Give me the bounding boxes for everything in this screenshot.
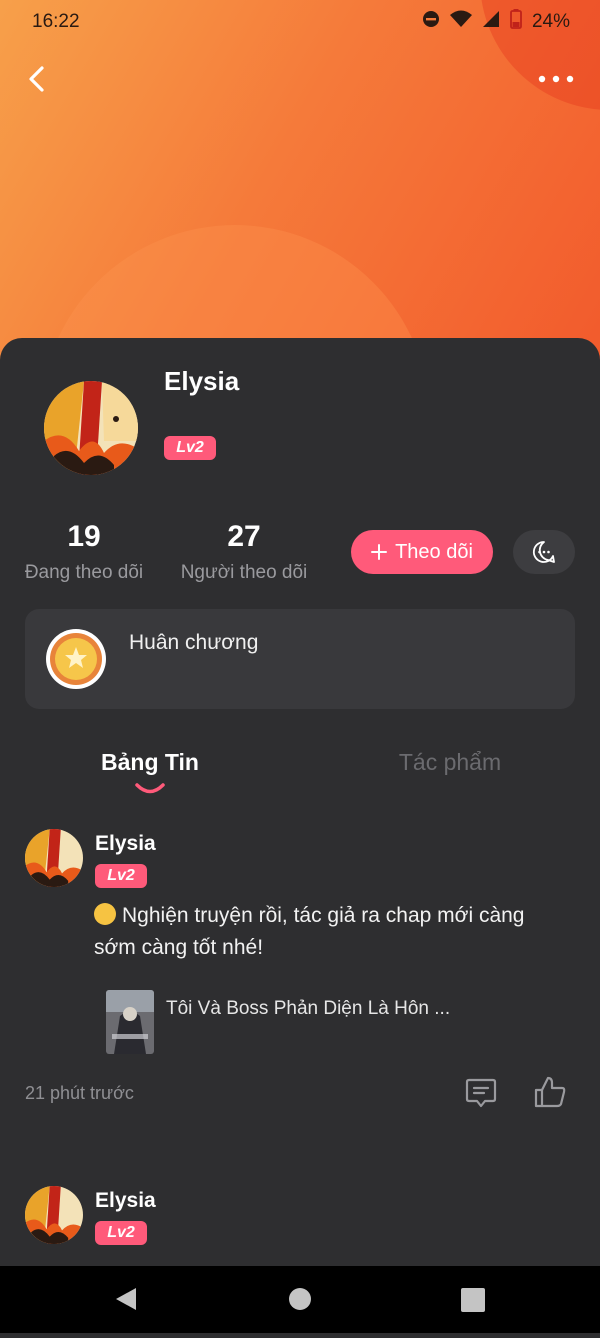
post-author-name[interactable]: Elysia bbox=[95, 1189, 156, 1213]
plus-icon bbox=[371, 544, 388, 560]
system-recents-button[interactable] bbox=[461, 1288, 485, 1312]
followers-label[interactable]: Người theo dõi bbox=[172, 562, 316, 584]
emoji-icon bbox=[94, 903, 116, 925]
profile-avatar[interactable] bbox=[44, 381, 138, 475]
post-level-badge: Lv2 bbox=[95, 1221, 147, 1245]
follow-button-label: Theo dõi bbox=[395, 540, 473, 563]
signal-icon bbox=[482, 10, 500, 34]
medal-icon bbox=[45, 628, 107, 690]
system-home-button[interactable] bbox=[289, 1288, 311, 1310]
thumbs-up-icon bbox=[534, 1076, 566, 1108]
post-author-avatar[interactable] bbox=[25, 1186, 83, 1244]
like-button[interactable] bbox=[532, 1074, 568, 1110]
followers-count[interactable]: 27 bbox=[204, 520, 284, 554]
book-cover[interactable] bbox=[106, 990, 154, 1054]
profile-card bbox=[0, 338, 600, 1338]
chat-bubble-icon bbox=[532, 541, 555, 563]
comment-button[interactable] bbox=[464, 1076, 498, 1110]
wifi-icon bbox=[449, 10, 472, 34]
medals-label: Huân chương bbox=[129, 631, 259, 654]
system-back-button[interactable] bbox=[114, 1287, 138, 1316]
status-time: 16:22 bbox=[32, 11, 80, 32]
level-badge: Lv2 bbox=[164, 436, 216, 460]
chevron-left-icon bbox=[29, 66, 44, 92]
dnd-icon bbox=[422, 10, 440, 34]
more-dots-icon bbox=[538, 75, 574, 83]
tab-works[interactable]: Tác phẩm bbox=[380, 749, 520, 776]
following-count[interactable]: 19 bbox=[44, 520, 124, 554]
post-level-badge: Lv2 bbox=[95, 864, 147, 888]
back-button[interactable] bbox=[20, 61, 56, 97]
top-nav bbox=[0, 55, 600, 105]
more-options-button[interactable] bbox=[536, 65, 576, 93]
book-title-link[interactable]: Tôi Và Boss Phản Diện Là Hôn ... bbox=[166, 998, 450, 1020]
post-author-name[interactable]: Elysia bbox=[95, 832, 156, 856]
tab-feed[interactable]: Bảng Tin bbox=[80, 749, 220, 776]
post-author-avatar[interactable] bbox=[25, 829, 83, 887]
active-tab-indicator bbox=[134, 782, 166, 796]
post-timestamp: 21 phút trước bbox=[25, 1083, 134, 1103]
follow-button[interactable]: Theo dõi bbox=[351, 530, 493, 574]
post-content: Nghiện truyện rồi, tác giả ra chap mới c… bbox=[94, 900, 564, 964]
status-bar: 16:22 24% bbox=[0, 0, 600, 44]
battery-icon bbox=[510, 9, 522, 35]
following-label[interactable]: Đang theo dõi bbox=[14, 562, 154, 584]
message-button[interactable] bbox=[513, 530, 575, 574]
post-text: Nghiện truyện rồi, tác giả ra chap mới c… bbox=[94, 904, 525, 959]
medals-section[interactable]: Huân chương bbox=[25, 609, 575, 709]
triangle-back-icon bbox=[116, 1288, 136, 1310]
comment-icon bbox=[465, 1078, 497, 1108]
profile-name: Elysia bbox=[164, 366, 240, 396]
battery-percent: 24% bbox=[531, 11, 570, 32]
